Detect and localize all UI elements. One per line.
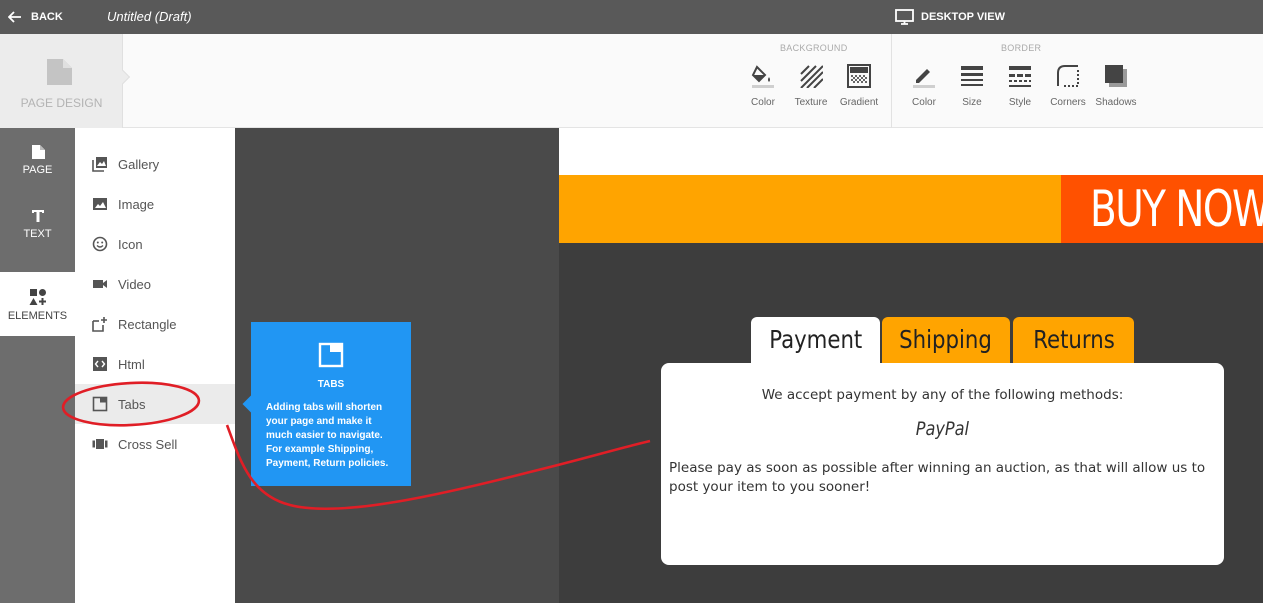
tabs-icon	[92, 396, 108, 412]
background-texture-tool[interactable]: Texture	[788, 64, 834, 108]
background-gradient-tool[interactable]: Gradient	[836, 64, 882, 108]
background-color-label: Color	[751, 97, 775, 108]
element-tabs[interactable]: Tabs	[75, 384, 235, 424]
back-label: BACK	[31, 11, 63, 23]
element-rectangle[interactable]: Rectangle	[75, 304, 235, 344]
background-group-label: BACKGROUND	[780, 43, 848, 53]
border-style-tool[interactable]: Style	[997, 64, 1043, 108]
line-weight-icon	[961, 66, 983, 86]
tab-label: Returns	[1032, 325, 1115, 354]
tab-shipping[interactable]: Shipping	[882, 317, 1010, 363]
smiley-icon	[92, 236, 108, 252]
page-design-button[interactable]: PAGE DESIGN	[0, 34, 123, 128]
design-canvas: BUY NOW Payment Shipping Returns We acce…	[559, 128, 1263, 603]
element-label: Gallery	[118, 156, 160, 172]
element-label: Html	[118, 356, 145, 372]
rail-item-text[interactable]: TEXT	[0, 208, 75, 264]
element-icon[interactable]: Icon	[75, 224, 235, 264]
page-design-label: PAGE DESIGN	[20, 96, 103, 110]
elements-panel: Gallery Image Icon Video Rectangle Html …	[75, 128, 235, 603]
tooltip-title: TABS	[317, 379, 345, 390]
tabs-icon	[318, 342, 344, 368]
gradient-icon	[847, 64, 871, 88]
carousel-icon	[92, 439, 108, 449]
pencil-icon	[913, 69, 935, 88]
border-corners-tool[interactable]: Corners	[1045, 64, 1091, 108]
border-size-tool[interactable]: Size	[949, 64, 995, 108]
element-label: Cross Sell	[118, 436, 178, 452]
tabs-tooltip: TABS Adding tabs will shorten your page …	[242, 322, 411, 486]
payment-note: Please pay as soon as possible after win…	[669, 460, 1206, 495]
element-label: Rectangle	[118, 316, 177, 332]
rail-item-elements[interactable]: ELEMENTS	[0, 272, 75, 336]
background-texture-label: Texture	[794, 97, 828, 108]
element-label: Tabs	[118, 396, 146, 412]
border-style-label: Style	[1008, 97, 1032, 108]
element-label: Image	[118, 196, 155, 212]
rounded-corner-icon	[1057, 65, 1079, 87]
left-rail: PAGE TEXT ELEMENTS	[0, 128, 75, 603]
rail-label-elements: ELEMENTS	[7, 310, 68, 322]
canvas-header-area	[559, 128, 1263, 175]
border-corners-label: Corners	[1050, 97, 1086, 108]
image-icon	[93, 198, 107, 210]
payment-method-label: PayPal	[915, 418, 970, 440]
payment-intro-text: We accept payment by any of the followin…	[761, 387, 1124, 403]
payment-method: PayPal	[661, 418, 1224, 440]
element-cross-sell[interactable]: Cross Sell	[75, 424, 235, 464]
desktop-view-toggle[interactable]: DESKTOP VIEW	[895, 0, 1005, 34]
add-rectangle-icon	[92, 317, 107, 332]
background-color-tool[interactable]: Color	[740, 64, 786, 108]
element-label: Video	[118, 276, 152, 292]
tab-payment[interactable]: Payment	[751, 317, 880, 363]
rail-item-page[interactable]: PAGE	[0, 144, 75, 200]
line-style-icon	[1009, 66, 1031, 87]
border-shadows-tool[interactable]: Shadows	[1093, 64, 1139, 108]
background-gradient-label: Gradient	[839, 97, 879, 108]
element-label: Icon	[118, 236, 143, 252]
desktop-view-label: DESKTOP VIEW	[921, 11, 1005, 23]
tab-label: Payment	[768, 325, 863, 354]
document-title: Untitled (Draft)	[107, 9, 192, 24]
element-video[interactable]: Video	[75, 264, 235, 304]
border-size-label: Size	[962, 97, 982, 108]
element-html[interactable]: Html	[75, 344, 235, 384]
arrow-left-icon	[8, 11, 21, 23]
border-color-tool[interactable]: Color	[901, 64, 947, 108]
texture-icon	[800, 65, 823, 88]
code-icon	[93, 357, 107, 371]
video-camera-icon	[93, 280, 107, 288]
element-gallery[interactable]: Gallery	[75, 144, 235, 184]
gallery-icon	[92, 157, 107, 172]
buy-now-button[interactable]: BUY NOW	[1061, 175, 1263, 243]
tab-label: Shipping	[899, 325, 993, 354]
buy-now-label: BUY NOW	[1090, 180, 1263, 238]
shapes-icon	[29, 289, 46, 305]
text-icon	[31, 210, 44, 222]
tooltip-body: Adding tabs will shorten your page and m…	[266, 402, 389, 469]
rail-label-page: PAGE	[22, 164, 53, 176]
top-bar: BACK Untitled (Draft) DESKTOP VIEW	[0, 0, 1263, 34]
border-shadows-label: Shadows	[1095, 97, 1137, 108]
element-image[interactable]: Image	[75, 184, 235, 224]
border-group-label: BORDER	[1001, 43, 1042, 53]
shadow-icon	[1105, 65, 1127, 87]
page-icon	[47, 59, 72, 85]
rail-label-text: TEXT	[23, 228, 52, 240]
paint-bucket-icon	[751, 65, 774, 88]
border-color-label: Color	[912, 97, 936, 108]
monitor-icon	[895, 9, 914, 25]
tab-content-panel: We accept payment by any of the followin…	[661, 363, 1224, 565]
design-toolbar: PAGE DESIGN BACKGROUND BORDER Color Text…	[0, 34, 1263, 128]
page-icon	[31, 145, 45, 159]
tab-returns[interactable]: Returns	[1013, 317, 1134, 363]
back-button[interactable]: BACK	[8, 0, 63, 34]
toolbar-divider	[891, 34, 892, 128]
